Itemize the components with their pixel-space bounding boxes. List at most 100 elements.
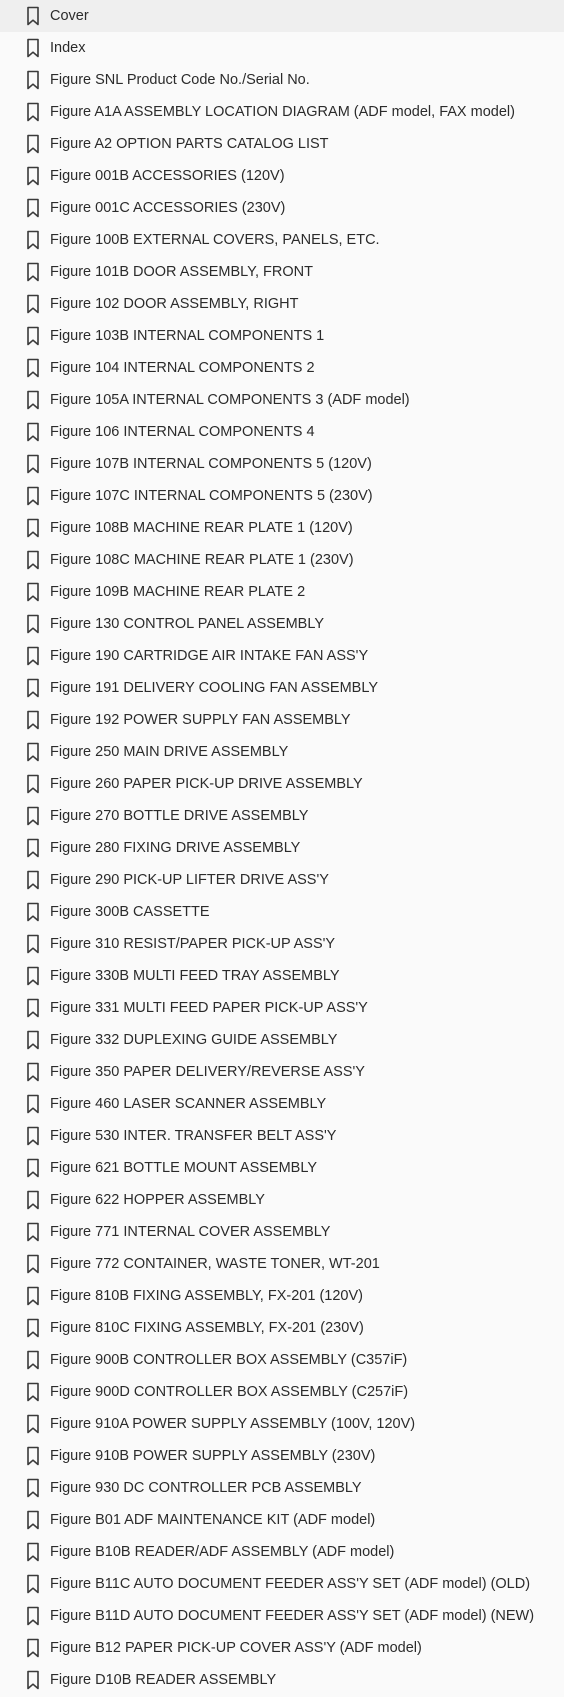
bookmark-label: Figure 260 PAPER PICK-UP DRIVE ASSEMBLY [50,776,363,792]
bookmark-icon [25,357,41,379]
bookmark-item[interactable]: Figure 270 BOTTLE DRIVE ASSEMBLY [0,800,564,832]
bookmark-label: Figure B11C AUTO DOCUMENT FEEDER ASS'Y S… [50,1576,531,1592]
bookmark-label: Figure 250 MAIN DRIVE ASSEMBLY [50,744,289,760]
bookmark-item[interactable]: Figure 910A POWER SUPPLY ASSEMBLY (100V,… [0,1408,564,1440]
bookmark-icon [25,709,41,731]
bookmark-icon [25,997,41,1019]
bookmark-label: Figure 350 PAPER DELIVERY/REVERSE ASS'Y [50,1064,365,1080]
bookmark-label: Figure 103B INTERNAL COMPONENTS 1 [50,328,325,344]
bookmark-label: Figure 109B MACHINE REAR PLATE 2 [50,584,306,600]
bookmark-item[interactable]: Figure 621 BOTTLE MOUNT ASSEMBLY [0,1152,564,1184]
bookmark-icon [25,1253,41,1275]
bookmark-item[interactable]: Figure B01 ADF MAINTENANCE KIT (ADF mode… [0,1504,564,1536]
bookmark-item[interactable]: Figure 103B INTERNAL COMPONENTS 1 [0,320,564,352]
bookmark-item[interactable]: Figure SNL Product Code No./Serial No. [0,64,564,96]
bookmark-item[interactable]: Figure 530 INTER. TRANSFER BELT ASS'Y [0,1120,564,1152]
bookmark-label: Figure 100B EXTERNAL COVERS, PANELS, ETC… [50,232,380,248]
bookmark-icon [25,101,41,123]
bookmark-item[interactable]: Figure 102 DOOR ASSEMBLY, RIGHT [0,288,564,320]
bookmark-item[interactable]: Figure 310 RESIST/PAPER PICK-UP ASS'Y [0,928,564,960]
bookmark-item[interactable]: Figure 810C FIXING ASSEMBLY, FX-201 (230… [0,1312,564,1344]
bookmark-item[interactable]: Figure 900D CONTROLLER BOX ASSEMBLY (C25… [0,1376,564,1408]
bookmark-icon [25,1157,41,1179]
bookmark-item[interactable]: Figure B10B READER/ADF ASSEMBLY (ADF mod… [0,1536,564,1568]
bookmark-item[interactable]: Cover [0,0,564,32]
bookmark-item[interactable]: Figure 109B MACHINE REAR PLATE 2 [0,576,564,608]
bookmark-item[interactable]: Figure 101B DOOR ASSEMBLY, FRONT [0,256,564,288]
bookmark-item[interactable]: Figure 810B FIXING ASSEMBLY, FX-201 (120… [0,1280,564,1312]
bookmark-item[interactable]: Figure 001B ACCESSORIES (120V) [0,160,564,192]
bookmark-icon [25,1189,41,1211]
bookmark-icon [25,1221,41,1243]
bookmark-item[interactable]: Figure 104 INTERNAL COMPONENTS 2 [0,352,564,384]
bookmark-label: Figure 910A POWER SUPPLY ASSEMBLY (100V,… [50,1416,416,1432]
bookmark-label: Cover [50,8,89,24]
bookmark-icon [25,1605,41,1627]
bookmark-item[interactable]: Figure 332 DUPLEXING GUIDE ASSEMBLY [0,1024,564,1056]
bookmark-label: Figure 108B MACHINE REAR PLATE 1 (120V) [50,520,353,536]
bookmark-label: Figure 104 INTERNAL COMPONENTS 2 [50,360,315,376]
bookmark-item[interactable]: Index [0,32,564,64]
bookmark-item[interactable]: Figure 772 CONTAINER, WASTE TONER, WT-20… [0,1248,564,1280]
bookmark-label: Figure 621 BOTTLE MOUNT ASSEMBLY [50,1160,317,1176]
bookmarks-panel: Cover Index Figure SNL Product Code No./Se… [0,0,564,1697]
bookmark-item[interactable]: Figure 130 CONTROL PANEL ASSEMBLY [0,608,564,640]
bookmark-item[interactable]: Figure 260 PAPER PICK-UP DRIVE ASSEMBLY [0,768,564,800]
bookmark-icon [25,1381,41,1403]
bookmark-item[interactable]: Figure B11C AUTO DOCUMENT FEEDER ASS'Y S… [0,1568,564,1600]
bookmark-icon [25,741,41,763]
bookmark-item[interactable]: Figure 100B EXTERNAL COVERS, PANELS, ETC… [0,224,564,256]
bookmark-item[interactable]: Figure 001C ACCESSORIES (230V) [0,192,564,224]
bookmark-item[interactable]: Figure 900B CONTROLLER BOX ASSEMBLY (C35… [0,1344,564,1376]
bookmark-item[interactable]: Figure 192 POWER SUPPLY FAN ASSEMBLY [0,704,564,736]
bookmark-icon [25,965,41,987]
bookmark-label: Figure 290 PICK-UP LIFTER DRIVE ASS'Y [50,872,329,888]
bookmark-icon [25,325,41,347]
bookmark-icon [25,69,41,91]
bookmark-label: Figure 190 CARTRIDGE AIR INTAKE FAN ASS'… [50,648,369,664]
bookmark-item[interactable]: Figure 300B CASSETTE [0,896,564,928]
bookmark-item[interactable]: Figure 771 INTERNAL COVER ASSEMBLY [0,1216,564,1248]
bookmark-label: Figure 530 INTER. TRANSFER BELT ASS'Y [50,1128,337,1144]
bookmark-item[interactable]: Figure 331 MULTI FEED PAPER PICK-UP ASS'… [0,992,564,1024]
bookmark-label: Figure A1A ASSEMBLY LOCATION DIAGRAM (AD… [50,104,515,120]
bookmark-item[interactable]: Figure D10B READER ASSEMBLY [0,1664,564,1696]
bookmark-item[interactable]: Figure 622 HOPPER ASSEMBLY [0,1184,564,1216]
bookmark-label: Figure B11D AUTO DOCUMENT FEEDER ASS'Y S… [50,1608,535,1624]
bookmark-item[interactable]: Figure 460 LASER SCANNER ASSEMBLY [0,1088,564,1120]
bookmark-item[interactable]: Figure A1A ASSEMBLY LOCATION DIAGRAM (AD… [0,96,564,128]
bookmark-item[interactable]: Figure 107C INTERNAL COMPONENTS 5 (230V) [0,480,564,512]
bookmark-item[interactable]: Figure 191 DELIVERY COOLING FAN ASSEMBLY [0,672,564,704]
bookmark-item[interactable]: Figure 250 MAIN DRIVE ASSEMBLY [0,736,564,768]
bookmark-label: Figure A2 OPTION PARTS CATALOG LIST [50,136,329,152]
bookmark-label: Figure 191 DELIVERY COOLING FAN ASSEMBLY [50,680,378,696]
bookmark-item[interactable]: Figure 107B INTERNAL COMPONENTS 5 (120V) [0,448,564,480]
bookmark-label: Figure 331 MULTI FEED PAPER PICK-UP ASS'… [50,1000,368,1016]
bookmark-icon [25,229,41,251]
bookmark-label: Figure SNL Product Code No./Serial No. [50,72,310,88]
bookmark-label: Figure 310 RESIST/PAPER PICK-UP ASS'Y [50,936,336,952]
bookmark-item[interactable]: Figure 105A INTERNAL COMPONENTS 3 (ADF m… [0,384,564,416]
bookmark-icon [25,1317,41,1339]
bookmark-item[interactable]: Figure 106 INTERNAL COMPONENTS 4 [0,416,564,448]
bookmark-label: Figure 270 BOTTLE DRIVE ASSEMBLY [50,808,309,824]
bookmark-item[interactable]: Figure B12 PAPER PICK-UP COVER ASS'Y (AD… [0,1632,564,1664]
bookmark-item[interactable]: Figure 930 DC CONTROLLER PCB ASSEMBLY [0,1472,564,1504]
bookmark-item[interactable]: Figure B11D AUTO DOCUMENT FEEDER ASS'Y S… [0,1600,564,1632]
bookmark-item[interactable]: Figure 910B POWER SUPPLY ASSEMBLY (230V) [0,1440,564,1472]
bookmark-item[interactable]: Figure 330B MULTI FEED TRAY ASSEMBLY [0,960,564,992]
bookmark-item[interactable]: Figure 350 PAPER DELIVERY/REVERSE ASS'Y [0,1056,564,1088]
bookmark-item[interactable]: Figure 108B MACHINE REAR PLATE 1 (120V) [0,512,564,544]
bookmark-item[interactable]: Figure 290 PICK-UP LIFTER DRIVE ASS'Y [0,864,564,896]
bookmark-icon [25,1029,41,1051]
bookmark-label: Figure 930 DC CONTROLLER PCB ASSEMBLY [50,1480,362,1496]
bookmark-icon [25,453,41,475]
bookmark-item[interactable]: Figure A2 OPTION PARTS CATALOG LIST [0,128,564,160]
bookmark-item[interactable]: Figure 190 CARTRIDGE AIR INTAKE FAN ASS'… [0,640,564,672]
bookmark-item[interactable]: Figure 280 FIXING DRIVE ASSEMBLY [0,832,564,864]
bookmark-label: Figure 106 INTERNAL COMPONENTS 4 [50,424,315,440]
bookmark-item[interactable]: Figure 108C MACHINE REAR PLATE 1 (230V) [0,544,564,576]
bookmark-icon [25,613,41,635]
bookmark-label: Figure 330B MULTI FEED TRAY ASSEMBLY [50,968,340,984]
bookmark-label: Figure 107C INTERNAL COMPONENTS 5 (230V) [50,488,373,504]
